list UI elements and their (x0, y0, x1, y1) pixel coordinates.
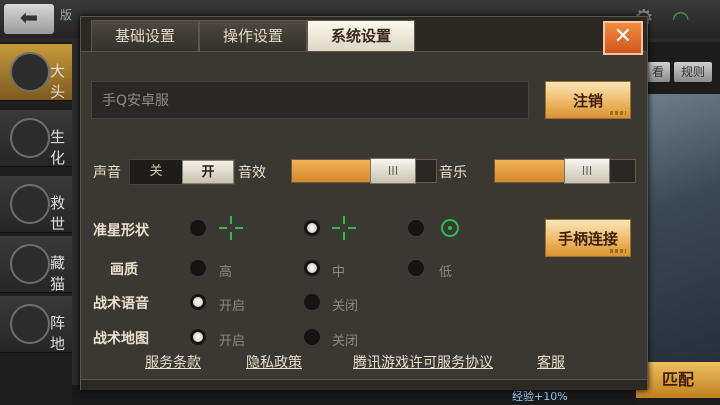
mode-item-jiushi[interactable]: 救世 (0, 176, 72, 233)
music-slider-thumb[interactable]: III (564, 158, 610, 184)
music-slider[interactable]: III (494, 158, 636, 184)
tab-controls[interactable]: 操作设置 (199, 20, 307, 51)
sfx-slider[interactable]: III (291, 158, 437, 184)
license-agreement-link[interactable]: 腾讯游戏许可服务协议 (353, 352, 493, 372)
view-button[interactable]: 看 (646, 62, 670, 82)
emblem-icon (10, 184, 50, 224)
sound-toggle[interactable]: 关 开 (129, 159, 235, 185)
helmet-icon (10, 52, 50, 92)
skull-icon (10, 118, 50, 158)
sfx-slider-thumb[interactable]: III (370, 158, 416, 184)
voice-radio-on[interactable] (189, 293, 207, 311)
tactical-voice-label: 战术语音 (93, 296, 149, 312)
wifi-icon: ◠ (672, 6, 690, 30)
crosshair-circle-icon (441, 219, 459, 237)
quality-radio-medium[interactable] (303, 259, 321, 277)
mode-item-datou[interactable]: 大头 (0, 44, 72, 101)
map-preview (642, 94, 720, 364)
bonus-label: 经验+10% (512, 390, 568, 403)
quality-low-label: 低 (439, 265, 453, 280)
map-off-label: 关闭 (332, 334, 359, 349)
quality-label: 画质 (110, 262, 138, 278)
voice-off-label: 关闭 (332, 299, 359, 314)
customer-service-link[interactable]: 客服 (537, 352, 565, 372)
settings-dialog: 基础设置 操作设置 系统设置 ✕ 手Q安卓服 注销 声音 关 开 音效 III … (80, 16, 648, 390)
quality-medium-label: 中 (332, 265, 346, 280)
music-label: 音乐 (439, 165, 467, 181)
tab-system[interactable]: 系统设置 (307, 20, 415, 51)
server-name-field: 手Q安卓服 (91, 81, 529, 119)
quality-radio-low[interactable] (407, 259, 425, 277)
sound-on-option[interactable]: 开 (182, 160, 234, 184)
tab-basic[interactable]: 基础设置 (91, 20, 199, 51)
terms-link[interactable]: 服务条款 (145, 352, 201, 372)
mode-item-zhendi[interactable]: 阵地 (0, 296, 72, 353)
map-radio-off[interactable] (303, 328, 321, 346)
crosshair-cross-icon (219, 216, 243, 240)
quality-high-label: 高 (219, 265, 233, 280)
crosshair-radio-1[interactable] (189, 219, 207, 237)
privacy-link[interactable]: 隐私政策 (246, 352, 302, 372)
match-button[interactable]: 匹配 (636, 362, 720, 398)
sfx-label: 音效 (238, 165, 266, 181)
tactical-map-label: 战术地图 (93, 331, 149, 347)
version-label: 版 (60, 8, 73, 22)
crosshair-radio-3[interactable] (407, 219, 425, 237)
ring-icon (10, 244, 50, 284)
crosshair-label: 准星形状 (93, 223, 149, 239)
close-button[interactable]: ✕ (603, 21, 643, 55)
gamepad-connect-button[interactable]: 手柄连接 (545, 219, 631, 257)
crosshair-cross-alt-icon (332, 216, 356, 240)
logout-button[interactable]: 注销 (545, 81, 631, 119)
crosshair-radio-2[interactable] (303, 219, 321, 237)
sound-off-option[interactable]: 关 (130, 160, 182, 184)
voice-radio-off[interactable] (303, 293, 321, 311)
rules-button[interactable]: 规则 (674, 62, 712, 82)
mode-item-shenghua[interactable]: 生化 (0, 110, 72, 167)
dialog-footer (81, 379, 647, 390)
base-icon (10, 304, 50, 344)
sound-label: 声音 (93, 165, 121, 181)
map-on-label: 开启 (219, 334, 246, 349)
back-button[interactable]: ⬅ (4, 4, 54, 34)
mode-item-cangmao[interactable]: 藏猫 (0, 236, 72, 293)
map-radio-on[interactable] (189, 328, 207, 346)
voice-on-label: 开启 (219, 299, 246, 314)
quality-radio-high[interactable] (189, 259, 207, 277)
